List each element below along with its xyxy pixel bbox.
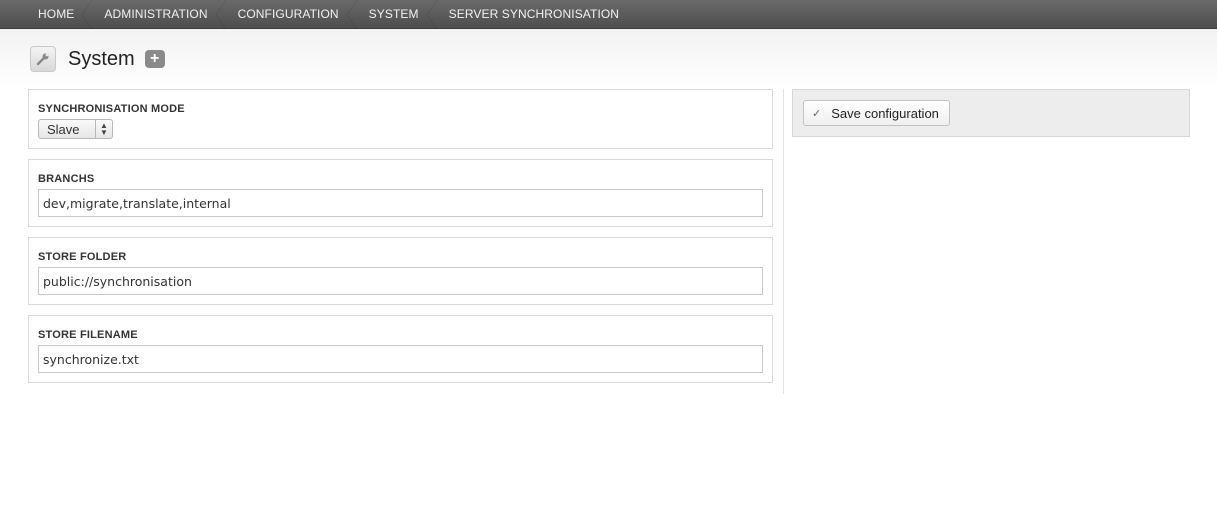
main-content: SYNCHRONISATION MODE Slave ▲▼ BRANCHS ST… bbox=[0, 89, 1217, 520]
synchronisation-mode-section: SYNCHRONISATION MODE Slave ▲ ▼ bbox=[28, 89, 773, 149]
breadcrumb-administration[interactable]: ADMINISTRATION bbox=[92, 0, 226, 29]
breadcrumb-server-synchronisation[interactable]: SERVER SYNCHRONISATION bbox=[437, 0, 637, 28]
branchs-label: BRANCHS bbox=[38, 173, 95, 185]
save-configuration-button[interactable]: ✓ Save configuration bbox=[803, 100, 950, 126]
breadcrumb: HOME ADMINISTRATION CONFIGURATION SYSTEM… bbox=[0, 0, 1217, 29]
select-arrows-icon: ▲ ▼ bbox=[95, 120, 112, 138]
synchronisation-mode-select[interactable]: Slave ▲ ▼ bbox=[38, 119, 113, 139]
store-folder-input[interactable] bbox=[38, 267, 763, 295]
column-divider bbox=[783, 89, 784, 394]
page-title: System bbox=[68, 47, 135, 70]
branchs-input[interactable] bbox=[38, 189, 763, 217]
add-shortcut-button[interactable]: + bbox=[144, 50, 165, 68]
branchs-section: BRANCHS bbox=[28, 159, 773, 227]
breadcrumb-home[interactable]: HOME bbox=[26, 0, 93, 29]
synchronisation-mode-value: Slave bbox=[47, 121, 80, 137]
save-configuration-label: Save configuration bbox=[831, 105, 939, 121]
wrench-icon bbox=[30, 46, 56, 72]
store-filename-input[interactable] bbox=[38, 345, 763, 373]
breadcrumb-configuration[interactable]: CONFIGURATION bbox=[226, 0, 357, 29]
store-filename-label: STORE FILENAME bbox=[38, 329, 138, 341]
store-filename-section: STORE FILENAME bbox=[28, 315, 773, 383]
check-icon: ✓ bbox=[812, 107, 822, 120]
page-header: System + bbox=[0, 29, 1217, 89]
settings-form: SYNCHRONISATION MODE Slave ▲▼ BRANCHS ST… bbox=[28, 89, 773, 393]
store-folder-section: STORE FOLDER bbox=[28, 237, 773, 305]
actions-panel: ✓ Save configuration bbox=[792, 89, 1190, 137]
store-folder-label: STORE FOLDER bbox=[38, 251, 127, 263]
synchronisation-mode-label: SYNCHRONISATION MODE bbox=[38, 103, 185, 115]
breadcrumb-system[interactable]: SYSTEM bbox=[357, 0, 437, 29]
